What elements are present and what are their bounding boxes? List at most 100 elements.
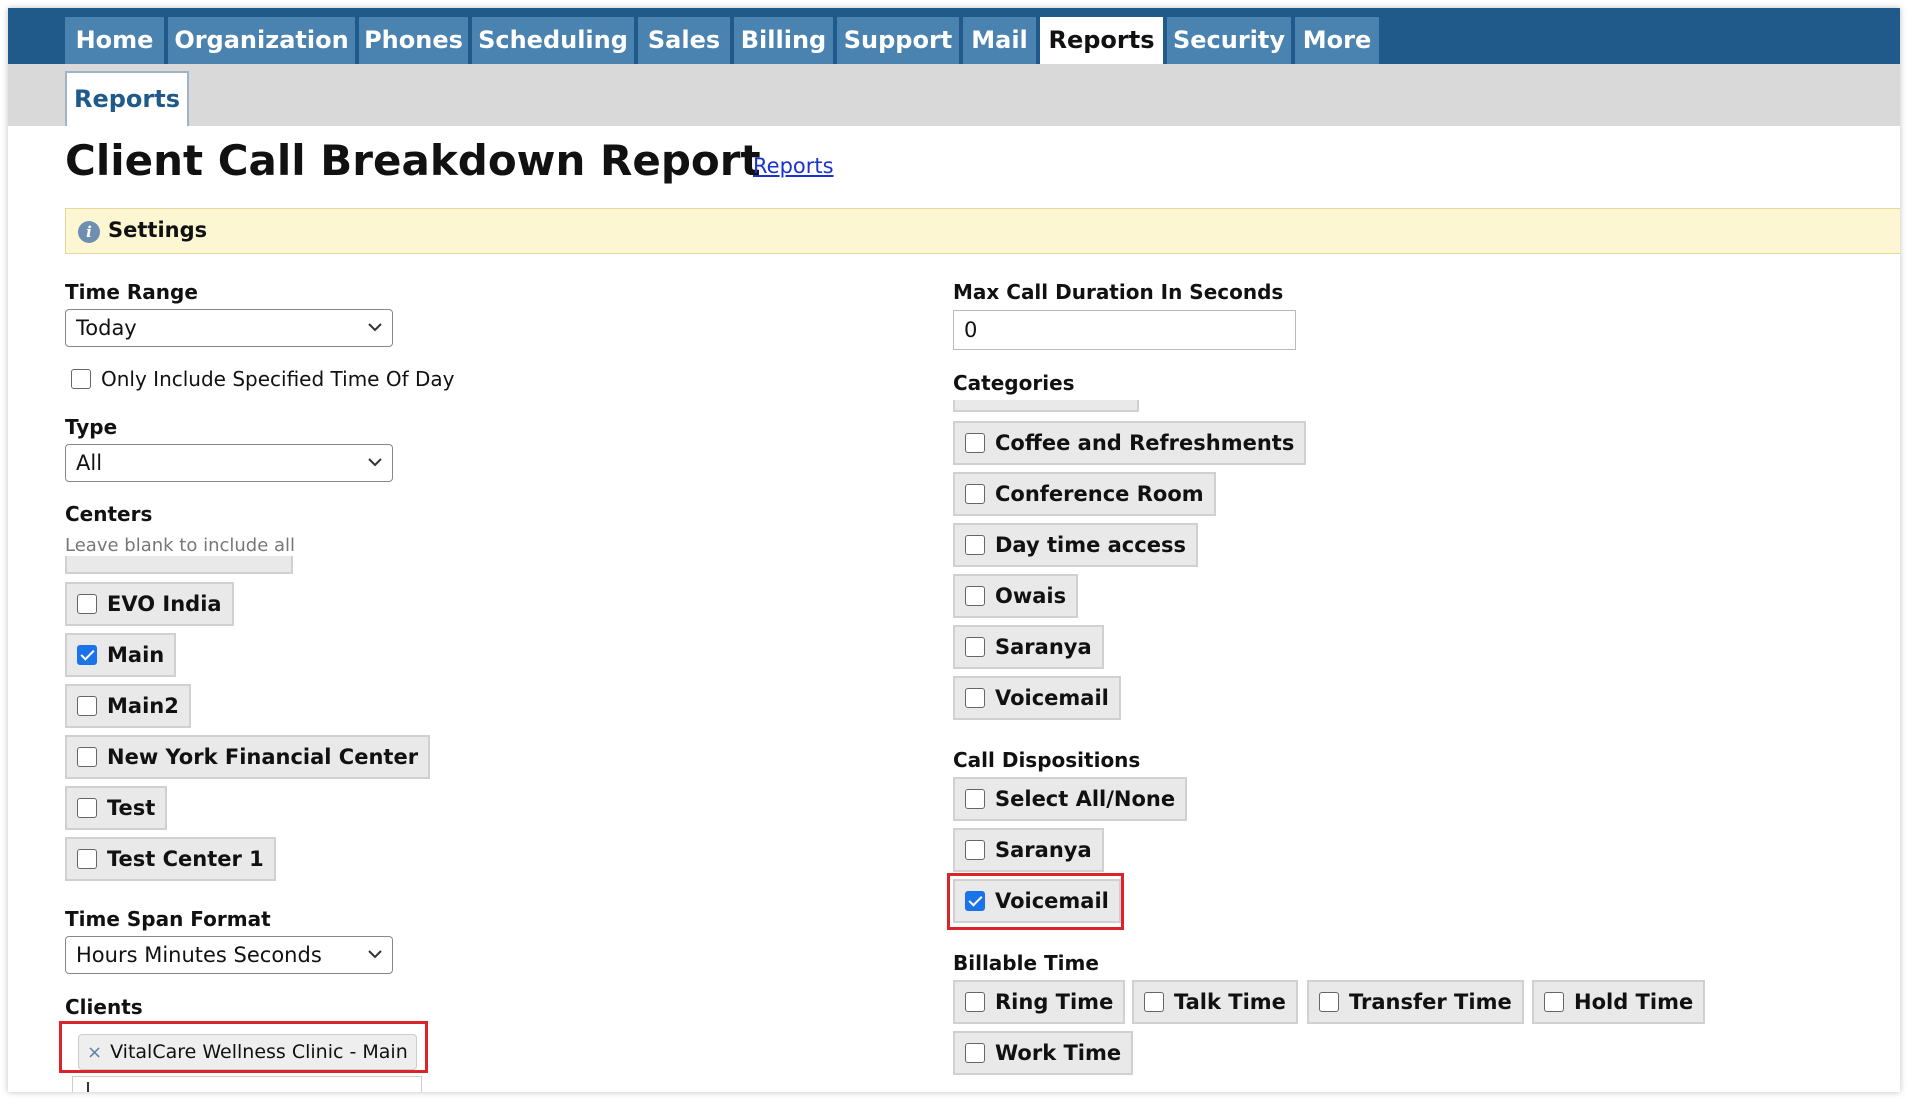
type-label: Type xyxy=(65,415,118,439)
category-chip-day-time-access[interactable]: Day time access xyxy=(953,523,1198,567)
category-chip-partial xyxy=(953,400,1139,412)
tab-more[interactable]: More xyxy=(1295,17,1379,64)
type-value: All xyxy=(76,451,103,475)
center-chip-test[interactable]: Test xyxy=(65,786,168,830)
category-label: Voicemail xyxy=(995,686,1109,710)
checkbox-icon xyxy=(77,798,97,818)
tab-scheduling[interactable]: Scheduling xyxy=(472,17,634,64)
billable-chip-hold-time[interactable]: Hold Time xyxy=(1532,980,1706,1024)
clients-search-input[interactable] xyxy=(72,1076,422,1092)
max-call-duration-label: Max Call Duration In Seconds xyxy=(953,280,1284,304)
time-span-format-label: Time Span Format xyxy=(65,907,271,931)
billable-label: Talk Time xyxy=(1174,990,1286,1014)
remove-token-icon[interactable]: × xyxy=(87,1042,102,1063)
tab-phones[interactable]: Phones xyxy=(359,17,468,64)
checkbox-checked-icon xyxy=(77,645,97,665)
billable-label: Work Time xyxy=(995,1041,1122,1065)
checkbox-icon xyxy=(965,637,985,657)
category-label: Coffee and Refreshments xyxy=(995,431,1295,455)
top-nav: Home Organization Phones Scheduling Sale… xyxy=(8,8,1900,64)
time-span-format-value: Hours Minutes Seconds xyxy=(76,943,322,967)
max-call-duration-input[interactable]: 0 xyxy=(953,310,1296,350)
tab-billing[interactable]: Billing xyxy=(734,17,833,64)
category-chip-voicemail[interactable]: Voicemail xyxy=(953,676,1121,720)
client-token-label: VitalCare Wellness Clinic - Main xyxy=(110,1041,408,1063)
clients-label: Clients xyxy=(65,995,143,1019)
disposition-chip-select-all-none[interactable]: Select All/None xyxy=(953,777,1188,821)
checkbox-icon xyxy=(965,433,985,453)
billable-label: Hold Time xyxy=(1574,990,1694,1014)
center-chip-main2[interactable]: Main2 xyxy=(65,684,191,728)
disposition-label: Saranya xyxy=(995,838,1092,862)
tab-sales[interactable]: Sales xyxy=(638,17,730,64)
center-label: Test xyxy=(107,796,156,820)
category-label: Owais xyxy=(995,584,1067,608)
tab-mail[interactable]: Mail xyxy=(963,17,1036,64)
checkbox-icon xyxy=(1319,992,1339,1012)
only-time-of-day-checkbox[interactable]: Only Include Specified Time Of Day xyxy=(71,367,454,391)
checkbox-icon xyxy=(77,747,97,767)
client-token: × VitalCare Wellness Clinic - Main xyxy=(78,1034,417,1070)
time-range-select[interactable]: Today xyxy=(65,309,393,347)
category-chip-conference-room[interactable]: Conference Room xyxy=(953,472,1216,516)
checkbox-icon xyxy=(965,840,985,860)
tab-organization[interactable]: Organization xyxy=(168,17,355,64)
center-label: Main2 xyxy=(107,694,179,718)
disposition-chip-saranya[interactable]: Saranya xyxy=(953,828,1104,872)
tab-security[interactable]: Security xyxy=(1167,17,1291,64)
highlight-box-voicemail xyxy=(947,873,1124,930)
call-dispositions-label: Call Dispositions xyxy=(953,748,1141,772)
checkbox-icon xyxy=(77,594,97,614)
center-label: EVO India xyxy=(107,592,222,616)
checkbox-icon xyxy=(965,789,985,809)
checkbox-icon xyxy=(965,1043,985,1063)
reports-link[interactable]: Reports xyxy=(753,154,834,178)
center-chip-partial xyxy=(65,556,293,574)
center-chip-evo-india[interactable]: EVO India xyxy=(65,582,234,626)
category-chip-saranya[interactable]: Saranya xyxy=(953,625,1104,669)
time-range-label: Time Range xyxy=(65,280,198,304)
disposition-label: Select All/None xyxy=(995,787,1176,811)
only-time-of-day-label: Only Include Specified Time Of Day xyxy=(101,367,455,391)
checkbox-icon xyxy=(965,688,985,708)
tab-support[interactable]: Support xyxy=(837,17,959,64)
billable-label: Transfer Time xyxy=(1349,990,1512,1014)
centers-hint: Leave blank to include all xyxy=(65,535,296,556)
tab-home[interactable]: Home xyxy=(65,17,164,64)
checkbox-icon xyxy=(71,369,91,389)
checkbox-icon xyxy=(965,992,985,1012)
categories-label: Categories xyxy=(953,371,1075,395)
time-span-format-select[interactable]: Hours Minutes Seconds xyxy=(65,936,393,974)
category-label: Day time access xyxy=(995,533,1186,557)
category-chip-owais[interactable]: Owais xyxy=(953,574,1079,618)
info-icon: i xyxy=(78,221,100,243)
billable-chip-work-time[interactable]: Work Time xyxy=(953,1031,1134,1075)
checkbox-icon xyxy=(965,586,985,606)
subtab-reports[interactable]: Reports xyxy=(65,71,189,126)
checkbox-icon xyxy=(1544,992,1564,1012)
checkbox-icon xyxy=(1144,992,1164,1012)
billable-chip-transfer-time[interactable]: Transfer Time xyxy=(1307,980,1524,1024)
sub-nav: Reports xyxy=(8,64,1900,126)
category-label: Saranya xyxy=(995,635,1092,659)
settings-label: Settings xyxy=(108,218,208,242)
checkbox-icon xyxy=(77,849,97,869)
settings-bar: i Settings xyxy=(65,208,1900,254)
checkbox-icon xyxy=(965,535,985,555)
browser-frame: Home Organization Phones Scheduling Sale… xyxy=(8,8,1900,1092)
tab-reports[interactable]: Reports xyxy=(1040,17,1163,64)
billable-chip-talk-time[interactable]: Talk Time xyxy=(1132,980,1298,1024)
category-chip-coffee-and-refreshments[interactable]: Coffee and Refreshments xyxy=(953,421,1307,465)
center-chip-main[interactable]: Main xyxy=(65,633,177,677)
center-label: Main xyxy=(107,643,165,667)
checkbox-icon xyxy=(77,696,97,716)
center-label: Test Center 1 xyxy=(107,847,264,871)
type-select[interactable]: All xyxy=(65,444,393,482)
center-chip-new-york-financial-center[interactable]: New York Financial Center xyxy=(65,735,431,779)
centers-label: Centers xyxy=(65,502,153,526)
center-chip-test-center-1[interactable]: Test Center 1 xyxy=(65,837,276,881)
billable-time-label: Billable Time xyxy=(953,951,1099,975)
page-title: Client Call Breakdown Report xyxy=(65,136,761,185)
text-caret xyxy=(87,1082,89,1092)
billable-chip-ring-time[interactable]: Ring Time xyxy=(953,980,1126,1024)
